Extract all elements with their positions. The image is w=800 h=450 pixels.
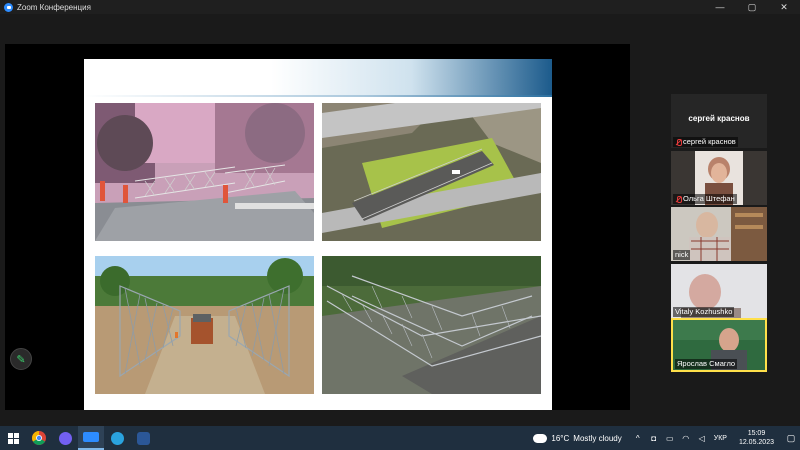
- bridge-photo-4: [322, 256, 541, 394]
- language-indicator[interactable]: УКР: [714, 435, 727, 442]
- clock-date: 12.05.2023: [738, 439, 774, 446]
- pen-icon: ✎: [16, 353, 26, 366]
- shared-slide: [84, 59, 552, 410]
- participant-tile[interactable]: сергей краснов сергей краснов: [671, 94, 767, 148]
- word-taskbar-button[interactable]: [130, 426, 156, 450]
- chrome-icon: [32, 431, 46, 445]
- minimize-button[interactable]: —: [704, 0, 736, 14]
- bridge-photo-3: [95, 256, 314, 394]
- participant-name-label: nick: [673, 250, 691, 260]
- windows-start-icon: [7, 432, 19, 444]
- network-icon[interactable]: ▭: [664, 434, 676, 443]
- participant-name-label: Ольга Штефан: [673, 194, 737, 204]
- telegram-taskbar-button[interactable]: [104, 426, 130, 450]
- wifi-icon[interactable]: ◠: [680, 434, 692, 443]
- window-controls: — ▢ ✕: [704, 0, 800, 14]
- bridge-photo-2: [322, 103, 541, 241]
- participant-display-name: сергей краснов: [688, 114, 750, 123]
- close-button[interactable]: ✕: [768, 0, 800, 14]
- volume-icon[interactable]: ◁: [696, 434, 708, 443]
- maximize-button[interactable]: ▢: [736, 0, 768, 14]
- weather-condition: Mostly cloudy: [573, 433, 622, 443]
- viber-icon: [58, 431, 72, 445]
- participant-tile[interactable]: Vitaly Kozhushko: [671, 264, 767, 318]
- annotate-pen-button[interactable]: ✎: [10, 348, 32, 370]
- taskbar: 16°C Mostly cloudy ^ ◘ ▭ ◠ ◁ УКР 15:09 1…: [0, 426, 800, 450]
- bridge-photo-1: [95, 103, 314, 241]
- clock-time: 15:09: [747, 430, 766, 437]
- slide-header-bar: [84, 59, 552, 95]
- mic-muted-icon: [675, 195, 682, 203]
- show-hidden-icons-chevron-icon[interactable]: ^: [632, 434, 644, 443]
- zoom-taskbar-button[interactable]: [78, 426, 104, 450]
- window-title: Zoom Конференция: [17, 2, 91, 12]
- title-bar: Zoom Конференция — ▢ ✕: [0, 0, 800, 14]
- cloudy-weather-icon: [530, 430, 548, 443]
- word-icon: [136, 431, 150, 445]
- clock[interactable]: 15:09 12.05.2023: [739, 429, 774, 447]
- viber-taskbar-button[interactable]: [52, 426, 78, 450]
- zoom-logo-icon: [4, 2, 13, 12]
- participant-tile[interactable]: nick: [671, 207, 767, 261]
- participant-name-label: сергей краснов: [673, 137, 738, 147]
- weather-temp: 16°C: [551, 433, 570, 443]
- participant-tile-active-speaker[interactable]: Ярослав Смагло: [671, 318, 767, 372]
- mic-muted-icon: [675, 138, 682, 146]
- participant-tile[interactable]: Ольга Штефан: [671, 151, 767, 205]
- chrome-taskbar-button[interactable]: [26, 426, 52, 450]
- meeting-area: ✎ сергей краснов сергей краснов Ольга Шт…: [0, 14, 800, 426]
- start-button[interactable]: [0, 426, 26, 450]
- participant-name-label: Vitaly Kozhushko: [673, 307, 735, 317]
- system-tray: 16°C Mostly cloudy ^ ◘ ▭ ◠ ◁ УКР 15:09 1…: [530, 426, 800, 450]
- notifications-icon[interactable]: ▢: [782, 433, 800, 444]
- telegram-icon: [110, 431, 124, 445]
- participant-name-label: Ярослав Смагло: [675, 359, 738, 369]
- camera-icon[interactable]: ◘: [648, 434, 660, 443]
- weather-widget[interactable]: 16°C Mostly cloudy: [530, 430, 622, 443]
- zoom-icon: [83, 432, 99, 442]
